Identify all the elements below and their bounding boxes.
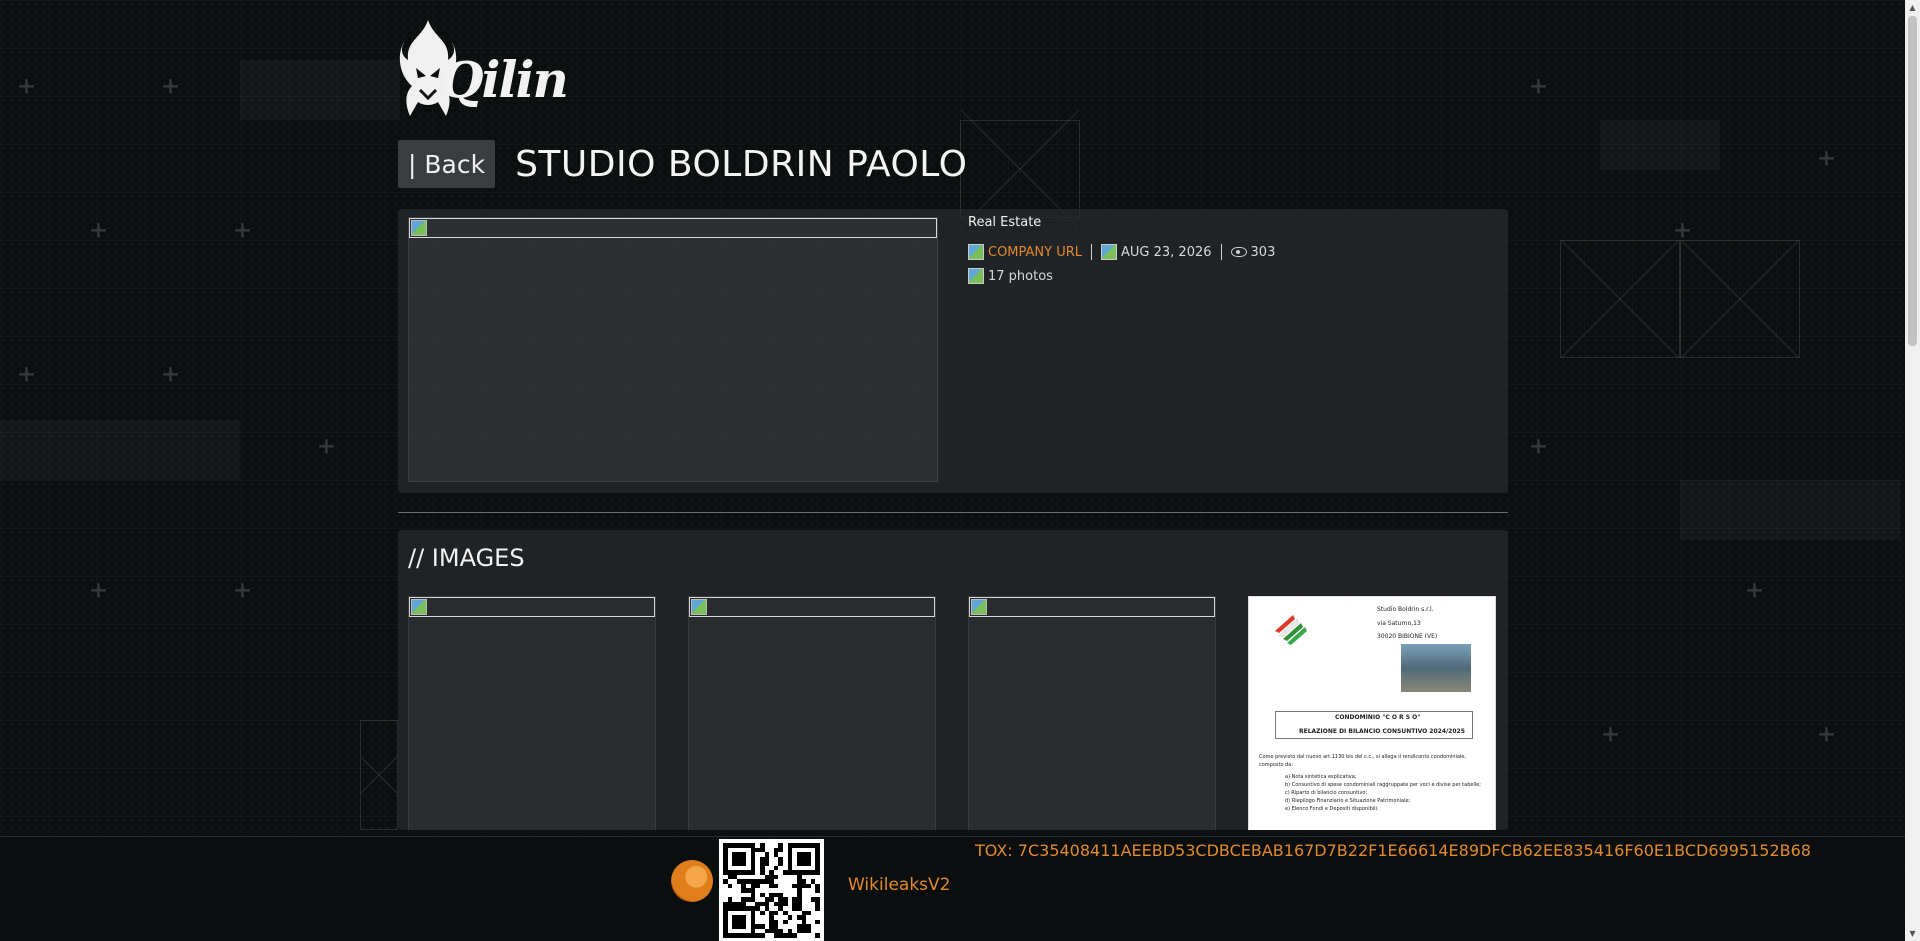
background-cross: + <box>234 213 251 246</box>
broken-image-placeholder <box>969 597 1215 617</box>
cover-image <box>408 217 938 482</box>
section-divider <box>398 512 1508 513</box>
background-cross: + <box>1674 213 1691 246</box>
document-text-line: RELAZIONE DI BILANCIO CONSUNTIVO 2024/20… <box>1299 728 1465 735</box>
eye-icon <box>1230 247 1247 257</box>
background-block <box>0 420 240 480</box>
qilin-logo[interactable]: Qilin <box>398 20 569 120</box>
page-header: | Back STUDIO BOLDRIN PAOLO <box>398 140 967 188</box>
scroll-thumb[interactable] <box>1908 16 1917 346</box>
broken-image-icon <box>691 599 707 615</box>
view-count: 303 <box>1250 244 1276 260</box>
document-text-line: Come previsto dal nuovo art.1130 bis del… <box>1259 754 1467 760</box>
background-block <box>1680 480 1900 540</box>
calendar-icon <box>1101 244 1118 260</box>
background-x-box <box>360 720 398 830</box>
phoenix-icon[interactable] <box>671 860 713 902</box>
page-title: STUDIO BOLDRIN PAOLO <box>515 143 968 185</box>
wikileaks-link[interactable]: WikileaksV2 <box>848 875 950 895</box>
background-cross: + <box>18 357 35 390</box>
image-thumbnail[interactable] <box>408 596 656 830</box>
document-text-line: b) Consuntivo di spese condominiali ragg… <box>1285 782 1481 788</box>
photos-row: 17 photos <box>968 268 1275 284</box>
background-cross: + <box>1530 69 1547 102</box>
separator <box>1220 244 1222 260</box>
publish-date: AUG 23, 2026 <box>1121 244 1212 260</box>
document-text-line: composto da: <box>1259 762 1294 768</box>
company-category: Real Estate <box>968 215 1042 230</box>
broken-image-placeholder <box>409 597 655 617</box>
background-x-box <box>1560 240 1680 358</box>
document-thumbnail[interactable]: Studio Boldrin s.r.l. via Saturno,13 300… <box>1248 596 1496 830</box>
background-cross: + <box>162 69 179 102</box>
background-cross: + <box>234 573 251 606</box>
broken-image-placeholder <box>689 597 935 617</box>
background-cross: + <box>1602 717 1619 750</box>
images-heading: // IMAGES <box>408 544 525 572</box>
background-cross: + <box>18 69 35 102</box>
background-cross: + <box>90 573 107 606</box>
qr-module <box>815 933 820 938</box>
document-text-line: d) Riepilogo Finanziario e Situazione Pa… <box>1285 798 1411 804</box>
broken-image-placeholder <box>409 218 937 238</box>
image-thumbnail[interactable] <box>968 596 1216 830</box>
image-thumbnail[interactable] <box>688 596 936 830</box>
building-photo <box>1401 644 1471 692</box>
background-cross: + <box>162 357 179 390</box>
footer: WikileaksV2 TOX: 7C35408411AEEBD53CDBCEB… <box>0 836 1920 941</box>
background-cross: + <box>90 213 107 246</box>
broken-image-icon <box>411 599 427 615</box>
background-block <box>240 60 400 120</box>
scroll-down-icon[interactable]: ▼ <box>1905 926 1920 941</box>
company-url-link[interactable]: COMPANY URL <box>988 245 1082 260</box>
scroll-up-icon[interactable]: ▲ <box>1905 0 1920 15</box>
document-text-line: CONDOMINIO "C O R S O" <box>1335 714 1421 721</box>
separator <box>1091 244 1093 260</box>
background-cross: + <box>1818 141 1835 174</box>
background-cross: + <box>318 429 335 462</box>
photo-icon <box>968 268 984 284</box>
document-text-line: 30020 BIBIONE (VE) <box>1377 633 1438 640</box>
tox-id: TOX: 7C35408411AEEBD53CDBCEBAB167D7B22F1… <box>975 841 1811 860</box>
background-cross: + <box>1530 429 1547 462</box>
background-block <box>1600 120 1720 170</box>
broken-image-icon <box>411 220 427 236</box>
qr-code <box>719 839 824 941</box>
images-panel: // IMAGES Studio Boldrin s.r.l. via Satu… <box>398 530 1508 830</box>
document-text-line: e) Elenco Fondi e Depositi disponibili. <box>1285 806 1379 812</box>
company-meta: Real Estate COMPANY URL AUG 23, 2026 303… <box>968 215 1275 284</box>
document-text-line: c) Riparto di bilancio consuntivo; <box>1285 790 1368 796</box>
photo-count: 17 photos <box>988 268 1053 284</box>
company-info-panel: Real Estate COMPANY URL AUG 23, 2026 303… <box>398 209 1508 493</box>
broken-image-icon <box>971 599 987 615</box>
vertical-scrollbar[interactable]: ▲ ▼ <box>1905 0 1920 941</box>
background-cross: + <box>1818 717 1835 750</box>
document-text-line: via Saturno,13 <box>1377 620 1421 627</box>
background-x-box <box>1680 240 1800 358</box>
logo-text: Qilin <box>440 50 569 109</box>
background-x-box <box>960 120 1080 218</box>
link-icon <box>968 244 984 260</box>
company-logo-icon <box>1275 615 1307 645</box>
document-text-line: Studio Boldrin s.r.l. <box>1377 606 1434 613</box>
background-cross: + <box>1746 573 1763 606</box>
back-button[interactable]: | Back <box>398 140 496 188</box>
meta-row: COMPANY URL AUG 23, 2026 303 <box>968 244 1275 260</box>
document-text-line: a) Nota sintetica esplicativa; <box>1285 774 1357 780</box>
